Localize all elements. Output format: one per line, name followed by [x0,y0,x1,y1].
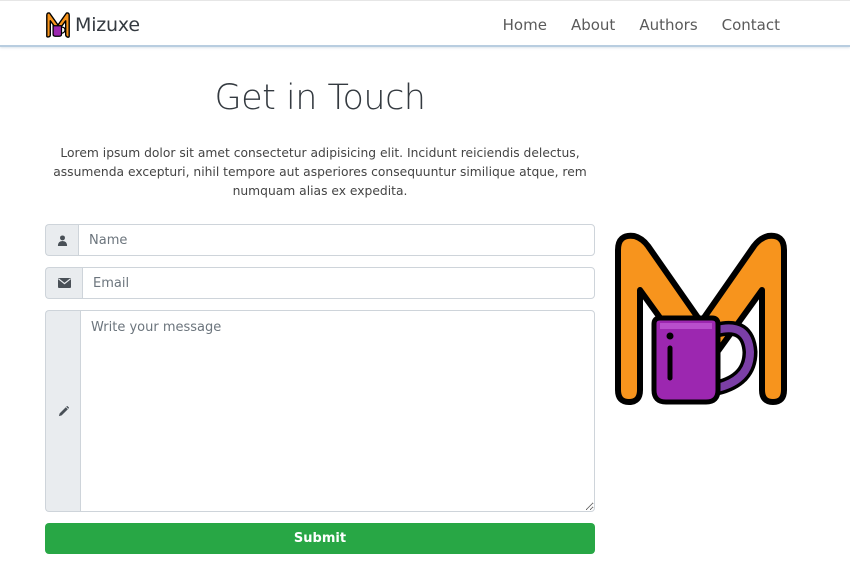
nav-links: Home About Authors Contact [479,16,780,34]
brand-name: Mizuxe [75,14,140,36]
contact-lead-text: Lorem ipsum dolor sit amet consectetur a… [53,146,587,198]
message-input-group [45,310,595,512]
submit-button[interactable]: Submit [45,523,595,554]
nav-about[interactable]: About [571,16,615,34]
name-field[interactable] [78,224,595,256]
email-field[interactable] [82,267,595,299]
message-field[interactable] [80,310,595,512]
page-title: Get in Touch [214,78,427,118]
user-icon [45,224,78,256]
pencil-icon [45,310,80,512]
envelope-icon [45,267,82,299]
name-input-group [45,224,595,256]
mizuxe-large-logo [615,232,787,405]
mizuxe-logo-icon [46,12,70,38]
email-input-group [45,267,595,299]
nav-home[interactable]: Home [503,16,547,34]
nav-authors[interactable]: Authors [639,16,697,34]
brand[interactable]: Mizuxe [44,11,140,39]
navbar: Mizuxe Home About Authors Contact [0,0,850,47]
nav-contact[interactable]: Contact [722,16,780,34]
